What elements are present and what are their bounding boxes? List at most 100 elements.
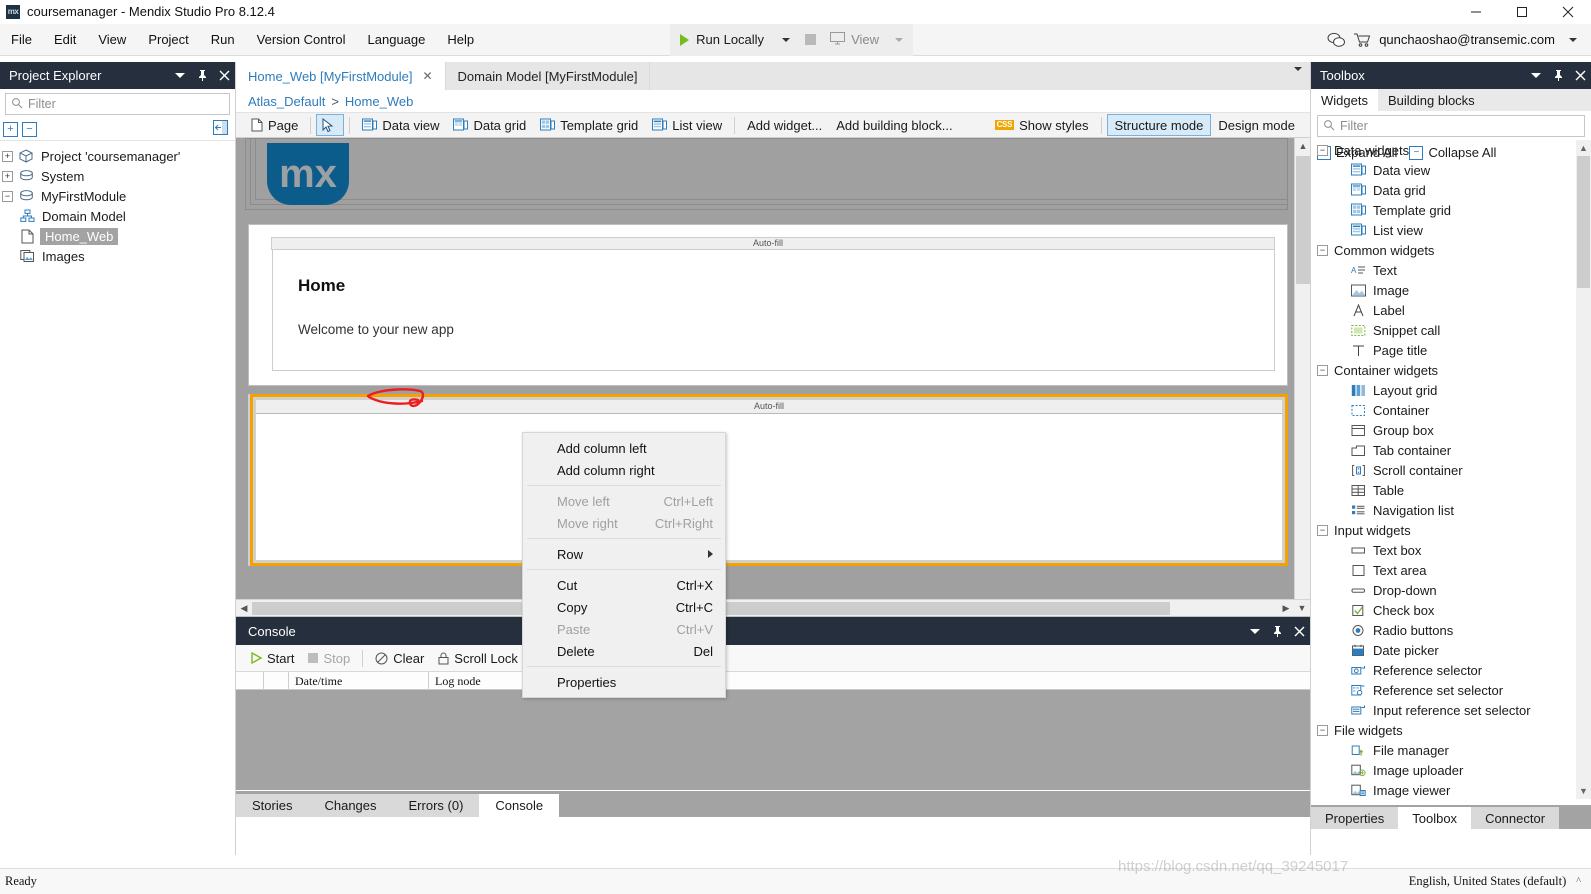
add-widget-button[interactable]: Add widget... xyxy=(740,114,829,136)
console-scroll-lock-button[interactable]: Scroll Lock xyxy=(431,647,525,669)
menu-file[interactable]: File xyxy=(0,24,43,56)
structure-mode-button[interactable]: Structure mode xyxy=(1106,114,1212,136)
ctx-cut[interactable]: Cut Ctrl+X xyxy=(523,574,725,596)
widget-check-box[interactable]: Check box xyxy=(1311,600,1591,620)
tab-properties[interactable]: Properties xyxy=(1311,807,1399,829)
page-button[interactable]: Page xyxy=(244,114,305,136)
tree-node-home-web[interactable]: Home_Web xyxy=(0,226,235,246)
breadcrumb-layout[interactable]: Atlas_Default xyxy=(248,94,325,109)
console-clear-button[interactable]: Clear xyxy=(368,647,431,669)
view-app-button[interactable]: View xyxy=(822,26,887,54)
close-panel-button[interactable] xyxy=(213,62,235,89)
tab-errors[interactable]: Errors (0) xyxy=(392,794,480,817)
pointer-tool-button[interactable] xyxy=(316,114,345,136)
scroll-up-arrow[interactable]: ▲ xyxy=(1576,140,1591,156)
widget-layout-grid[interactable]: Layout grid xyxy=(1311,380,1591,400)
widget-list-scroll-thumb[interactable] xyxy=(1577,156,1590,288)
chat-bubble-icon[interactable] xyxy=(1323,27,1349,53)
ctx-copy[interactable]: Copy Ctrl+C xyxy=(523,596,725,618)
widget-list-view[interactable]: List view xyxy=(1311,220,1591,240)
status-language[interactable]: English, United States (default) xyxy=(1409,874,1567,889)
console-close-button[interactable] xyxy=(1288,618,1310,645)
insert-data-grid-button[interactable]: Data grid xyxy=(446,114,533,136)
ctx-properties[interactable]: Properties xyxy=(523,671,725,693)
scroll-left-arrow[interactable]: ◀ xyxy=(236,600,252,617)
design-mode-button[interactable]: Design mode xyxy=(1211,114,1302,136)
widget-scroll-container[interactable]: Scroll container xyxy=(1311,460,1591,480)
menu-view[interactable]: View xyxy=(87,24,137,56)
dock-panel-icon[interactable] xyxy=(213,120,228,138)
menu-edit[interactable]: Edit xyxy=(43,24,87,56)
expander-icon[interactable]: − xyxy=(1317,524,1328,536)
menu-language[interactable]: Language xyxy=(357,24,437,56)
toolbox-menu-button[interactable] xyxy=(1525,62,1547,89)
expander-icon[interactable]: − xyxy=(2,190,13,202)
console-log-body[interactable] xyxy=(236,690,1310,790)
menu-help[interactable]: Help xyxy=(436,24,485,56)
scroll-down-arrow[interactable]: ▼ xyxy=(1576,783,1591,799)
add-building-block-button[interactable]: Add building block... xyxy=(829,114,959,136)
widget-tab-container[interactable]: Tab container xyxy=(1311,440,1591,460)
tab-changes[interactable]: Changes xyxy=(308,794,393,817)
breadcrumb-page[interactable]: Home_Web xyxy=(345,94,413,109)
show-styles-button[interactable]: CSS Show styles xyxy=(988,114,1096,136)
expander-icon[interactable]: − xyxy=(1317,244,1328,256)
toolbox-filter-input[interactable]: Filter xyxy=(1317,115,1585,137)
expander-icon[interactable]: + xyxy=(2,150,13,162)
widget-group-container[interactable]: − Container widgets xyxy=(1311,360,1591,380)
tree-node-images[interactable]: Images xyxy=(0,246,235,266)
close-button[interactable] xyxy=(1545,0,1591,24)
vertical-scroll-thumb[interactable] xyxy=(1296,156,1310,284)
tab-connector[interactable]: Connector xyxy=(1471,807,1560,829)
ctx-delete[interactable]: Delete Del xyxy=(523,640,725,662)
widget-data-view[interactable]: Data view xyxy=(1311,160,1591,180)
close-icon[interactable]: ✕ xyxy=(422,69,432,83)
widget-container[interactable]: Container xyxy=(1311,400,1591,420)
expand-all-button[interactable]: + xyxy=(3,121,18,137)
tab-home-web[interactable]: Home_Web [MyFirstModule] ✕ xyxy=(236,62,446,90)
widget-date-picker[interactable]: Date picker xyxy=(1311,640,1591,660)
tree-node-myfirstmodule[interactable]: − MyFirstModule xyxy=(0,186,235,206)
widget-template-grid[interactable]: Template grid xyxy=(1311,200,1591,220)
widget-radio-buttons[interactable]: Radio buttons xyxy=(1311,620,1591,640)
widget-text[interactable]: A Text xyxy=(1311,260,1591,280)
menu-run[interactable]: Run xyxy=(200,24,246,56)
widget-group-file[interactable]: − File widgets xyxy=(1311,720,1591,740)
stop-button[interactable] xyxy=(798,26,822,54)
widget-text-area[interactable]: Text area xyxy=(1311,560,1591,580)
widget-snippet-call[interactable]: Snippet call xyxy=(1311,320,1591,340)
widget-group-input[interactable]: − Input widgets xyxy=(1311,520,1591,540)
tree-node-project[interactable]: + Project 'coursemanager' xyxy=(0,146,235,166)
tree-node-system[interactable]: + System xyxy=(0,166,235,186)
tab-toolbox[interactable]: Toolbox xyxy=(1398,807,1472,829)
widget-image-viewer[interactable]: Image viewer xyxy=(1311,780,1591,799)
tab-stories[interactable]: Stories xyxy=(236,794,309,817)
widget-table[interactable]: Table xyxy=(1311,480,1591,500)
tab-overflow-button[interactable] xyxy=(1294,67,1302,86)
ctx-add-column-left[interactable]: Add column left xyxy=(523,437,725,459)
insert-list-view-button[interactable]: List view xyxy=(645,114,729,136)
tab-building-blocks[interactable]: Building blocks xyxy=(1377,89,1485,111)
console-stop-button[interactable]: Stop xyxy=(301,647,357,669)
widget-image[interactable]: Image xyxy=(1311,280,1591,300)
console-menu-button[interactable] xyxy=(1244,618,1266,645)
widget-label-widget[interactable]: Label xyxy=(1311,300,1591,320)
account-email[interactable]: qunchaoshao@transemic.com xyxy=(1379,32,1555,47)
insert-data-view-button[interactable]: Data view xyxy=(355,114,446,136)
panel-menu-button[interactable] xyxy=(169,62,191,89)
widget-list[interactable]: − Data widgets Data view Data grid Templ… xyxy=(1311,140,1591,799)
status-caret-icon[interactable]: ^ xyxy=(1576,876,1581,887)
shopping-cart-icon[interactable] xyxy=(1349,27,1375,53)
hero-content[interactable]: Home Welcome to your new app xyxy=(272,250,1275,371)
widget-reference-set-selector[interactable]: Reference set selector xyxy=(1311,680,1591,700)
console-start-button[interactable]: Start xyxy=(244,647,301,669)
toolbox-pin-button[interactable] xyxy=(1547,62,1569,89)
expander-icon[interactable]: − xyxy=(1317,364,1328,376)
widget-group-box[interactable]: Group box xyxy=(1311,420,1591,440)
context-menu[interactable]: Add column left Add column right Move le… xyxy=(522,432,726,698)
toolbox-close-button[interactable] xyxy=(1569,62,1591,89)
collapse-all-button[interactable]: − xyxy=(22,121,37,137)
account-dropdown[interactable] xyxy=(1561,26,1585,54)
widget-image-uploader[interactable]: Image uploader xyxy=(1311,760,1591,780)
widget-page-title[interactable]: Page title xyxy=(1311,340,1591,360)
